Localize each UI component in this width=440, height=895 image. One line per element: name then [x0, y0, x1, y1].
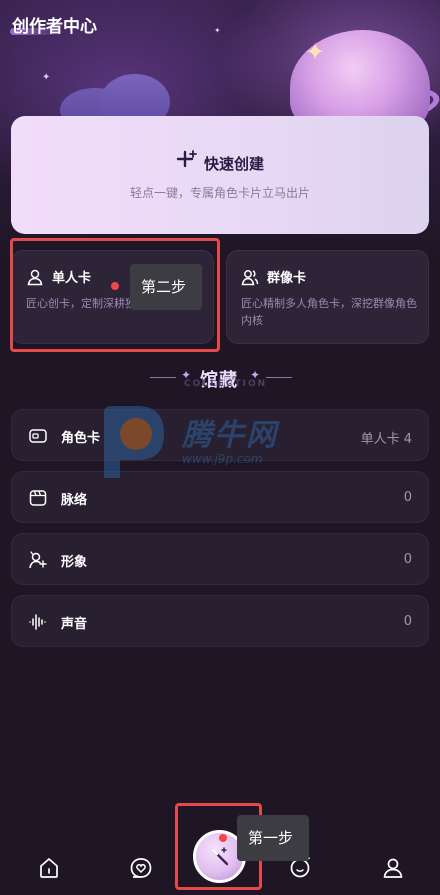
row-label: 形象 — [61, 555, 88, 570]
home-icon[interactable] — [37, 856, 61, 880]
group-icon — [241, 269, 259, 285]
star-icon: ✦ — [305, 38, 326, 66]
row-label: 角色卡 — [61, 431, 101, 446]
quick-create-title: 快速创建 — [203, 155, 264, 173]
step2-tooltip: 第二步 — [130, 264, 202, 310]
watermark-url: www.j9p.com — [182, 452, 263, 466]
group-card-desc: 匠心精制多人角色卡，深挖群像角色内核 — [241, 297, 417, 327]
step1-tooltip: 第一步 — [237, 815, 309, 861]
group-card-button[interactable]: 群像卡 匠心精制多人角色卡，深挖群像角色内核 — [226, 250, 429, 344]
divider — [150, 377, 176, 378]
row-label: 脉络 — [61, 493, 88, 508]
collection-row-image[interactable]: 形象 0 — [11, 533, 429, 585]
watermark-text: 腾牛网 — [182, 418, 278, 453]
row-value: 单人卡 4 — [360, 432, 412, 447]
collection-row-voice[interactable]: 声音 0 — [11, 595, 429, 647]
row-value: 0 — [403, 614, 412, 629]
star-icon: ✦ — [214, 26, 221, 35]
quick-create-button[interactable]: 快速创建 轻点一键，专属角色卡片立马出片 — [11, 116, 429, 234]
step2-indicator-dot — [111, 282, 119, 290]
heart-chat-icon[interactable] — [129, 856, 153, 880]
page-title: 创作者中心 — [12, 17, 97, 37]
collection-subtitle: COLLECTION — [184, 379, 268, 389]
watermark-logo-icon — [104, 406, 164, 478]
sparkle-plus-icon — [176, 150, 198, 177]
profile-icon[interactable] — [381, 856, 405, 880]
quick-create-subtitle: 轻点一键，专属角色卡片立马出片 — [129, 186, 310, 200]
row-value: 0 — [403, 490, 412, 505]
row-label: 声音 — [61, 617, 88, 632]
star-icon: ✦ — [42, 72, 51, 83]
divider — [266, 377, 292, 378]
avatar-sparkle-icon — [29, 551, 47, 569]
waveform-icon — [29, 614, 46, 630]
row-value: 0 — [403, 552, 412, 567]
group-card-title: 群像卡 — [267, 271, 307, 286]
watermark: 腾牛网 www.j9p.com — [98, 402, 368, 482]
id-card-icon — [29, 429, 47, 443]
clapper-icon — [29, 490, 47, 506]
step1-indicator-dot — [219, 834, 227, 842]
